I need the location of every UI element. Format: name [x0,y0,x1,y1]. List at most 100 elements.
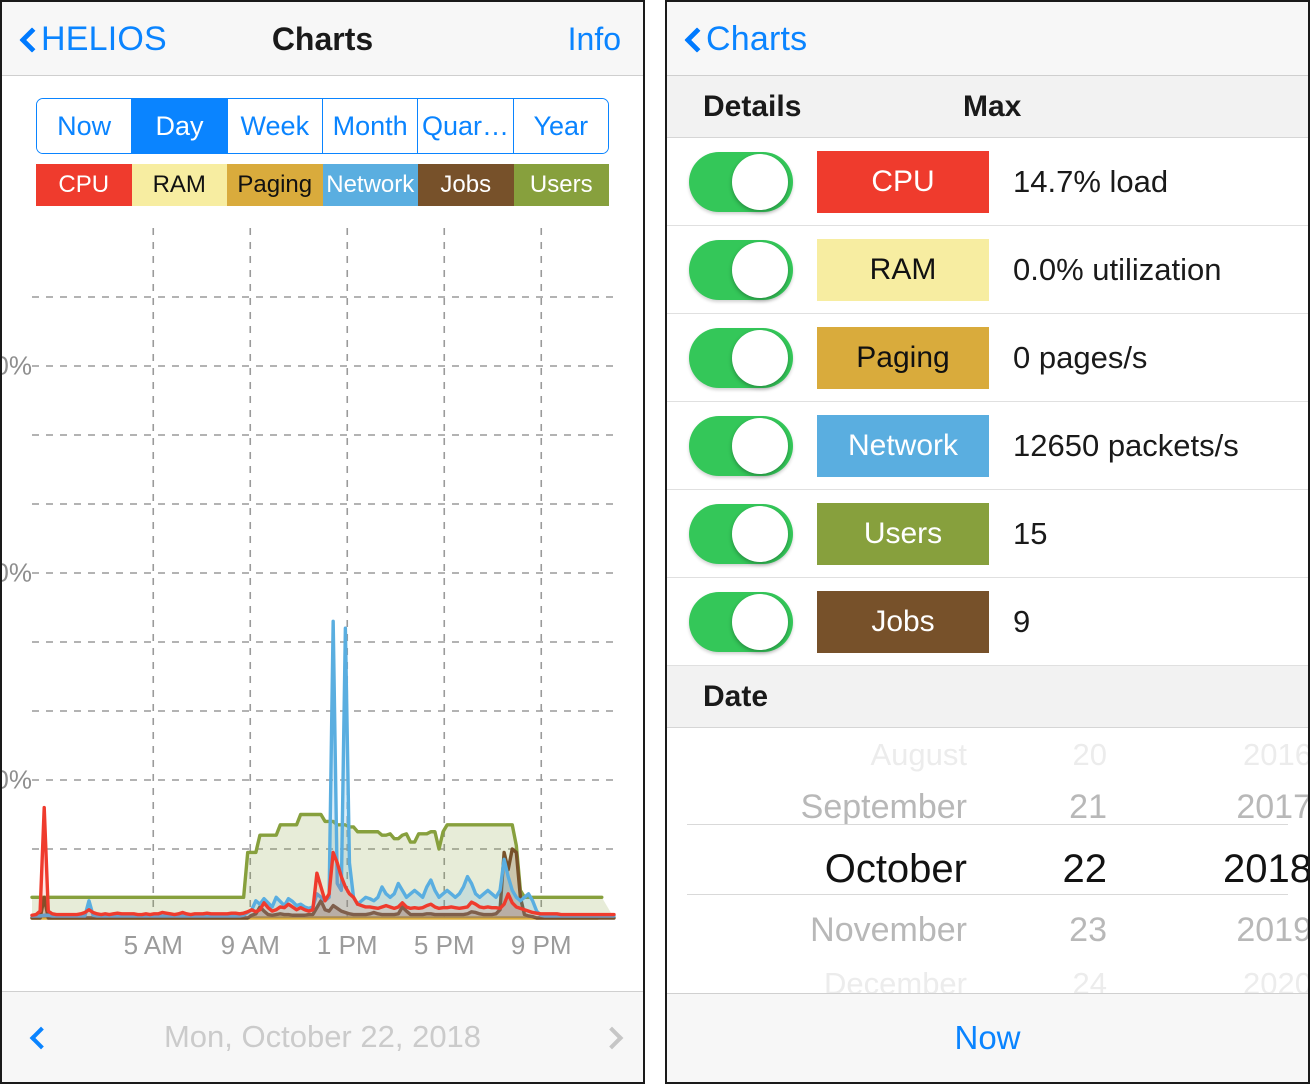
now-button-label: Now [954,1019,1021,1056]
range-segment-year[interactable]: Year [513,99,608,153]
toggle-knob [732,329,788,386]
metric-chip-network[interactable]: Network [817,414,989,477]
date-section-title: Date [703,679,769,713]
details-table-body: CPU 14.7% load RAM 0.0% utilization Paging 0 … [667,138,1308,666]
picker-item-month[interactable]: December [667,957,967,995]
legend-chip-label: Jobs [440,171,492,198]
toggle-network[interactable] [689,415,793,476]
picker-item-month[interactable]: September [667,781,967,834]
right-navbar: Charts [667,2,1308,76]
range-segment-quar[interactable]: Quar… [418,99,514,153]
legend-chip-paging[interactable]: Paging [227,164,323,206]
legend-chip-label: Network [326,171,415,198]
toggle-paging[interactable] [689,327,793,388]
date-navigation-bar: Mon, October 22, 2018 [2,991,643,1082]
metric-chip-jobs[interactable]: Jobs [817,590,989,653]
details-pane: Charts Details Max CPU 14.7% load RAM 0.0% … [665,0,1310,1084]
date-picker[interactable]: August September October November December 20… [667,728,1308,994]
chart-canvas [30,228,616,920]
toggle-ram[interactable] [689,239,793,300]
metric-chip-users[interactable]: Users [817,502,989,565]
range-segment-day[interactable]: Day [132,99,228,153]
next-day-button[interactable] [573,1026,643,1048]
metric-chip-ram[interactable]: RAM [817,238,989,301]
legend-chip-users[interactable]: Users [513,164,609,206]
picker-selection-rule-bottom [687,894,1288,895]
info-button[interactable]: Info [568,2,621,76]
details-table-header: Details Max [667,76,1308,138]
picker-column-month[interactable]: August September October November December [667,728,967,995]
legend-chip-label: RAM [152,171,206,198]
app-root: HELIOS Charts Info Now Day Week Month Quar… Y… [0,0,1310,1084]
picker-item-day[interactable]: 21 [967,781,1107,834]
toggle-knob [732,505,788,562]
range-segmented-control[interactable]: Now Day Week Month Quar… Year [36,98,609,154]
detail-row: CPU 14.7% load [667,138,1308,226]
metric-legend-bar: CPU RAM Paging Network Jobs Users [36,164,609,206]
metrics-chart[interactable]: 20%50%80% 5 AM9 AM1 PM5 PM9 PM [2,218,643,960]
picker-item-day[interactable]: 24 [967,957,1107,995]
metric-max-value: 12650 packets/s [1013,427,1239,463]
detail-row: Paging 0 pages/s [667,314,1308,402]
metric-max-value: 0.0% utilization [1013,251,1222,287]
metric-chip-label: Users [863,516,943,550]
legend-chip-jobs[interactable]: Jobs [418,164,514,206]
metric-max-value: 9 [1013,603,1031,639]
metric-chip-cpu[interactable]: CPU [817,150,989,213]
range-segment-week[interactable]: Week [227,99,323,153]
now-button[interactable]: Now [667,993,1308,1082]
segment-label: Quar… [421,110,509,141]
metric-max-value: 15 [1013,515,1048,551]
left-navbar: HELIOS Charts Info [2,2,643,76]
toggle-jobs[interactable] [689,591,793,652]
toggle-cpu[interactable] [689,151,793,212]
legend-chip-cpu[interactable]: CPU [36,164,132,206]
chevron-left-icon [685,27,699,51]
picker-item-year[interactable]: 2020 [1107,957,1308,995]
picker-item-day[interactable]: 20 [967,728,1107,781]
y-axis-tick-label: 80% [2,350,32,381]
legend-chip-network[interactable]: Network [322,164,418,206]
detail-row: Users 15 [667,490,1308,578]
y-axis-tick-label: 50% [2,557,32,588]
chevron-left-icon [31,1026,43,1048]
back-to-charts-button[interactable]: Charts [685,2,807,76]
picker-item-year[interactable]: 2019 [1107,904,1308,957]
charts-pane: HELIOS Charts Info Now Day Week Month Quar… Y… [0,0,645,1084]
metric-chip-label: CPU [871,164,935,198]
picker-column-year[interactable]: 2016 2017 2018 2019 2020 [1107,728,1308,995]
picker-item-month[interactable]: November [667,904,967,957]
detail-row: Network 12650 packets/s [667,402,1308,490]
legend-chip-ram[interactable]: RAM [131,164,227,206]
column-header-details: Details [703,89,802,123]
back-button-label: Charts [706,20,808,58]
picker-item-year[interactable]: 2017 [1107,781,1308,834]
previous-day-button[interactable] [2,1026,72,1048]
metric-max-value: 14.7% load [1013,163,1169,199]
metric-chip-label: Paging [856,340,950,374]
y-axis-tick-label: 20% [2,764,32,795]
toggle-knob [732,241,788,298]
metric-chip-paging[interactable]: Paging [817,326,989,389]
chevron-right-icon [602,1026,614,1048]
picker-column-day[interactable]: 20 21 22 23 24 [967,728,1108,995]
metric-chip-label: RAM [869,252,937,286]
picker-item-year[interactable]: 2016 [1107,728,1308,781]
picker-item-day[interactable]: 23 [967,904,1107,957]
toggle-users[interactable] [689,503,793,564]
page-title: Charts [271,20,374,57]
segment-label: Week [240,110,310,141]
legend-chip-label: Users [529,171,593,198]
segment-label: Month [332,110,408,141]
detail-row: RAM 0.0% utilization [667,226,1308,314]
picker-selection-rule-top [687,824,1288,825]
column-header-max: Max [963,89,1022,123]
range-segment-now[interactable]: Now [37,99,133,153]
segment-label: Now [57,110,112,141]
range-segment-month[interactable]: Month [322,99,419,153]
metric-chip-label: Jobs [871,604,935,638]
toggle-knob [732,593,788,650]
current-date-label: Mon, October 22, 2018 [163,1019,482,1054]
picker-item-month[interactable]: August [667,728,967,781]
segment-label: Year [533,110,589,141]
